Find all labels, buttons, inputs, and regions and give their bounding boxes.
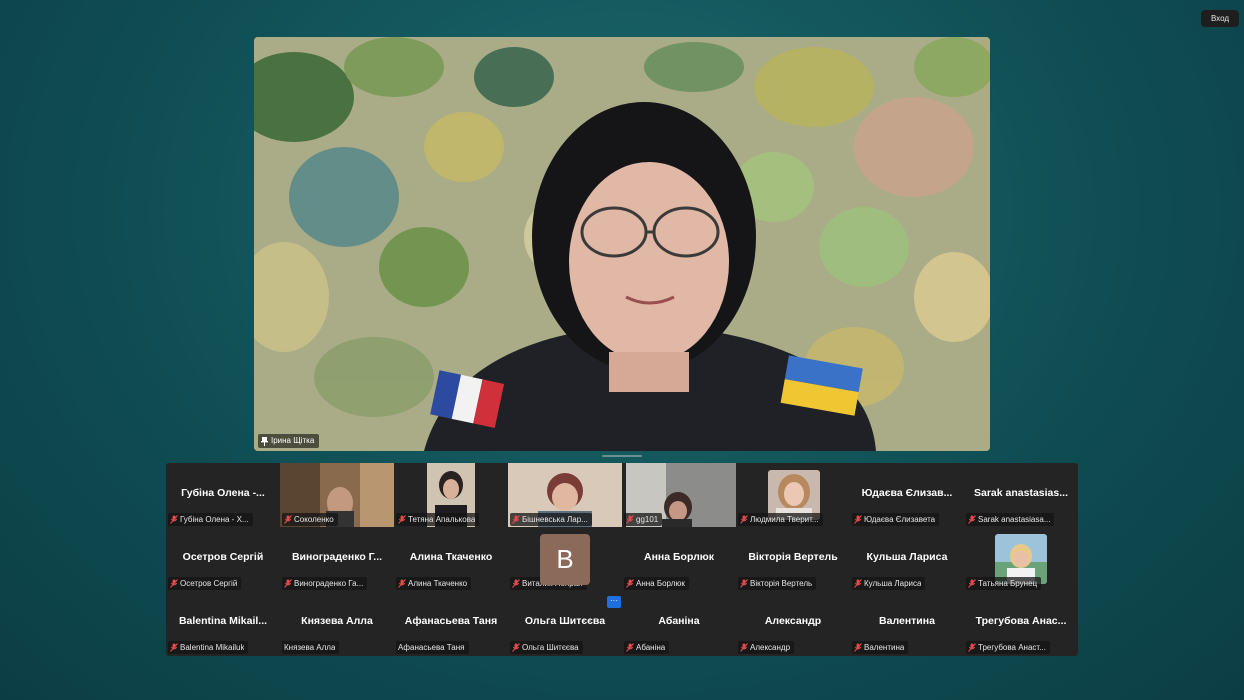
mic-muted-icon: [512, 643, 520, 652]
participant-label: Тетяна Апалькова: [396, 513, 480, 526]
mic-muted-icon: [968, 515, 976, 524]
participant-label: Ольга Шитєєва: [510, 641, 583, 654]
participant-tile[interactable]: Князева Алла Князева Алла: [280, 591, 394, 655]
participant-label: Бішневська Лар...: [510, 513, 592, 526]
participant-tile[interactable]: gg101: [622, 463, 736, 527]
participant-label: Balentina Mikailuk: [168, 641, 249, 654]
participant-tile[interactable]: Афанасьева Таня Афанасьева Таня: [394, 591, 508, 655]
mic-muted-icon: [854, 515, 862, 524]
participant-label: Анна Борлюк: [624, 577, 689, 590]
participant-label: Sarak anastasiasa...: [966, 513, 1055, 526]
participant-tile[interactable]: Татьяна Брунец: [964, 527, 1078, 591]
participant-tile[interactable]: Вікторія Вертель Вікторія Вертель: [736, 527, 850, 591]
participant-label: Винограденко Га...: [282, 577, 368, 590]
participant-label: Валентина: [852, 641, 909, 654]
mic-muted-icon: [512, 579, 520, 588]
participant-label: Александр: [738, 641, 795, 654]
participant-tile[interactable]: Balentina Mikail... Balentina Mikailuk: [166, 591, 280, 655]
participant-label: Юдаєва Єлизавета: [852, 513, 940, 526]
mic-muted-icon: [740, 643, 748, 652]
participant-label: Князева Алла: [282, 641, 340, 654]
more-options-button[interactable]: ···: [607, 596, 621, 608]
participant-label: Осетров Сергій: [168, 577, 242, 590]
mic-muted-icon: [968, 579, 976, 588]
participant-label: Кульша Лариса: [852, 577, 926, 590]
mic-muted-icon: [398, 515, 406, 524]
participant-label: Соколенко: [282, 513, 338, 526]
participant-label: Алина Ткаченко: [396, 577, 472, 590]
resize-handle[interactable]: [602, 455, 642, 457]
participant-tile[interactable]: Тетяна Апалькова: [394, 463, 508, 527]
participant-tile[interactable]: Осетров Сергій Осетров Сергій: [166, 527, 280, 591]
participant-label: Абаніна: [624, 641, 670, 654]
mic-muted-icon: [398, 579, 406, 588]
mic-muted-icon: [170, 643, 178, 652]
participant-gallery: Губіна Олена -... Губіна Олена - Х... Со…: [166, 463, 1078, 656]
mic-muted-icon: [284, 515, 292, 524]
mic-muted-icon: [854, 579, 862, 588]
participant-tile[interactable]: Юдаєва Єлизав... Юдаєва Єлизавета: [850, 463, 964, 527]
speaker-video-frame: [254, 37, 990, 451]
participant-label: Губіна Олена - Х...: [168, 513, 253, 526]
mic-muted-icon: [854, 643, 862, 652]
participant-tile[interactable]: Ольга Шитєєва Ольга Шитєєва: [508, 591, 622, 655]
participant-tile[interactable]: Губіна Олена -... Губіна Олена - Х...: [166, 463, 280, 527]
participant-tile[interactable]: Бішневська Лар...: [508, 463, 622, 527]
speaker-name: Ірина Щітка: [271, 436, 315, 445]
mic-muted-icon: [170, 579, 178, 588]
participant-label: Вікторія Вертель: [738, 577, 817, 590]
sign-in-button[interactable]: Вход: [1201, 10, 1239, 27]
participant-tile[interactable]: Sarak anastasias... Sarak anastasiasa...: [964, 463, 1078, 527]
participant-label: Трегубова Анаст...: [966, 641, 1050, 654]
participant-tile[interactable]: Абаніна Абаніна: [622, 591, 736, 655]
mic-muted-icon: [626, 515, 634, 524]
pin-icon: [261, 436, 268, 446]
mic-muted-icon: [512, 515, 520, 524]
participant-tile[interactable]: Александр Александр: [736, 591, 850, 655]
participant-tile[interactable]: Соколенко: [280, 463, 394, 527]
mic-muted-icon: [968, 643, 976, 652]
participant-tile[interactable]: Трегубова Анас... Трегубова Анаст...: [964, 591, 1078, 655]
mic-muted-icon: [626, 643, 634, 652]
participant-label: gg101: [624, 513, 663, 526]
mic-muted-icon: [170, 515, 178, 524]
participant-tile[interactable]: Алина Ткаченко Алина Ткаченко: [394, 527, 508, 591]
mic-muted-icon: [284, 579, 292, 588]
participant-label: Татьяна Брунец: [966, 577, 1042, 590]
main-speaker-video[interactable]: Ірина Щітка: [254, 37, 990, 451]
speaker-name-label: Ірина Щітка: [258, 434, 320, 448]
participant-tile[interactable]: Анна Борлюк Анна Борлюк: [622, 527, 736, 591]
participant-tile[interactable]: Винограденко Г... Винограденко Га...: [280, 527, 394, 591]
participant-avatar-letter: B: [540, 534, 590, 585]
participant-tile[interactable]: Валентина Валентина: [850, 591, 964, 655]
participant-label: Афанасьева Таня: [396, 641, 469, 654]
mic-muted-icon: [626, 579, 634, 588]
participant-tile[interactable]: Людмила Тверит...: [736, 463, 850, 527]
participant-label: Людмила Тверит...: [738, 513, 823, 526]
mic-muted-icon: [740, 579, 748, 588]
participant-tile[interactable]: Кульша Лариса Кульша Лариса: [850, 527, 964, 591]
mic-muted-icon: [740, 515, 748, 524]
